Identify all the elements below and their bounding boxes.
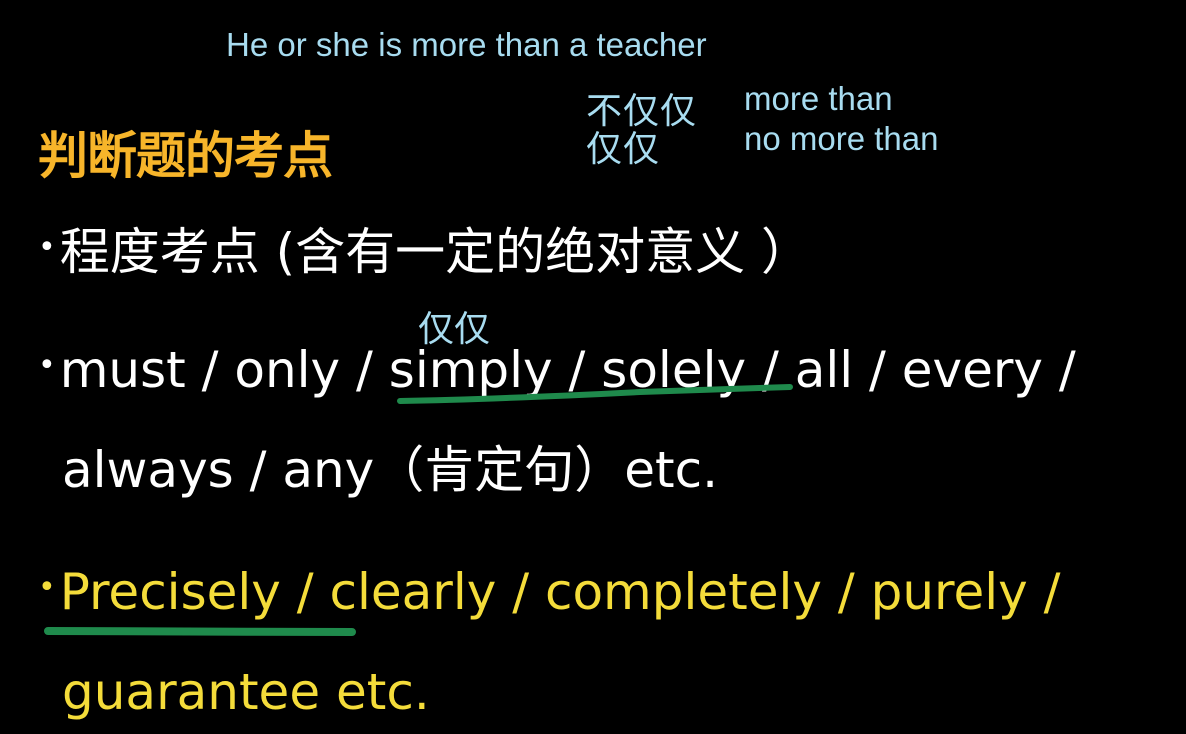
underline-simply-solely [397,384,793,404]
underline-precisely [44,627,356,636]
handwritten-marks [44,384,793,636]
